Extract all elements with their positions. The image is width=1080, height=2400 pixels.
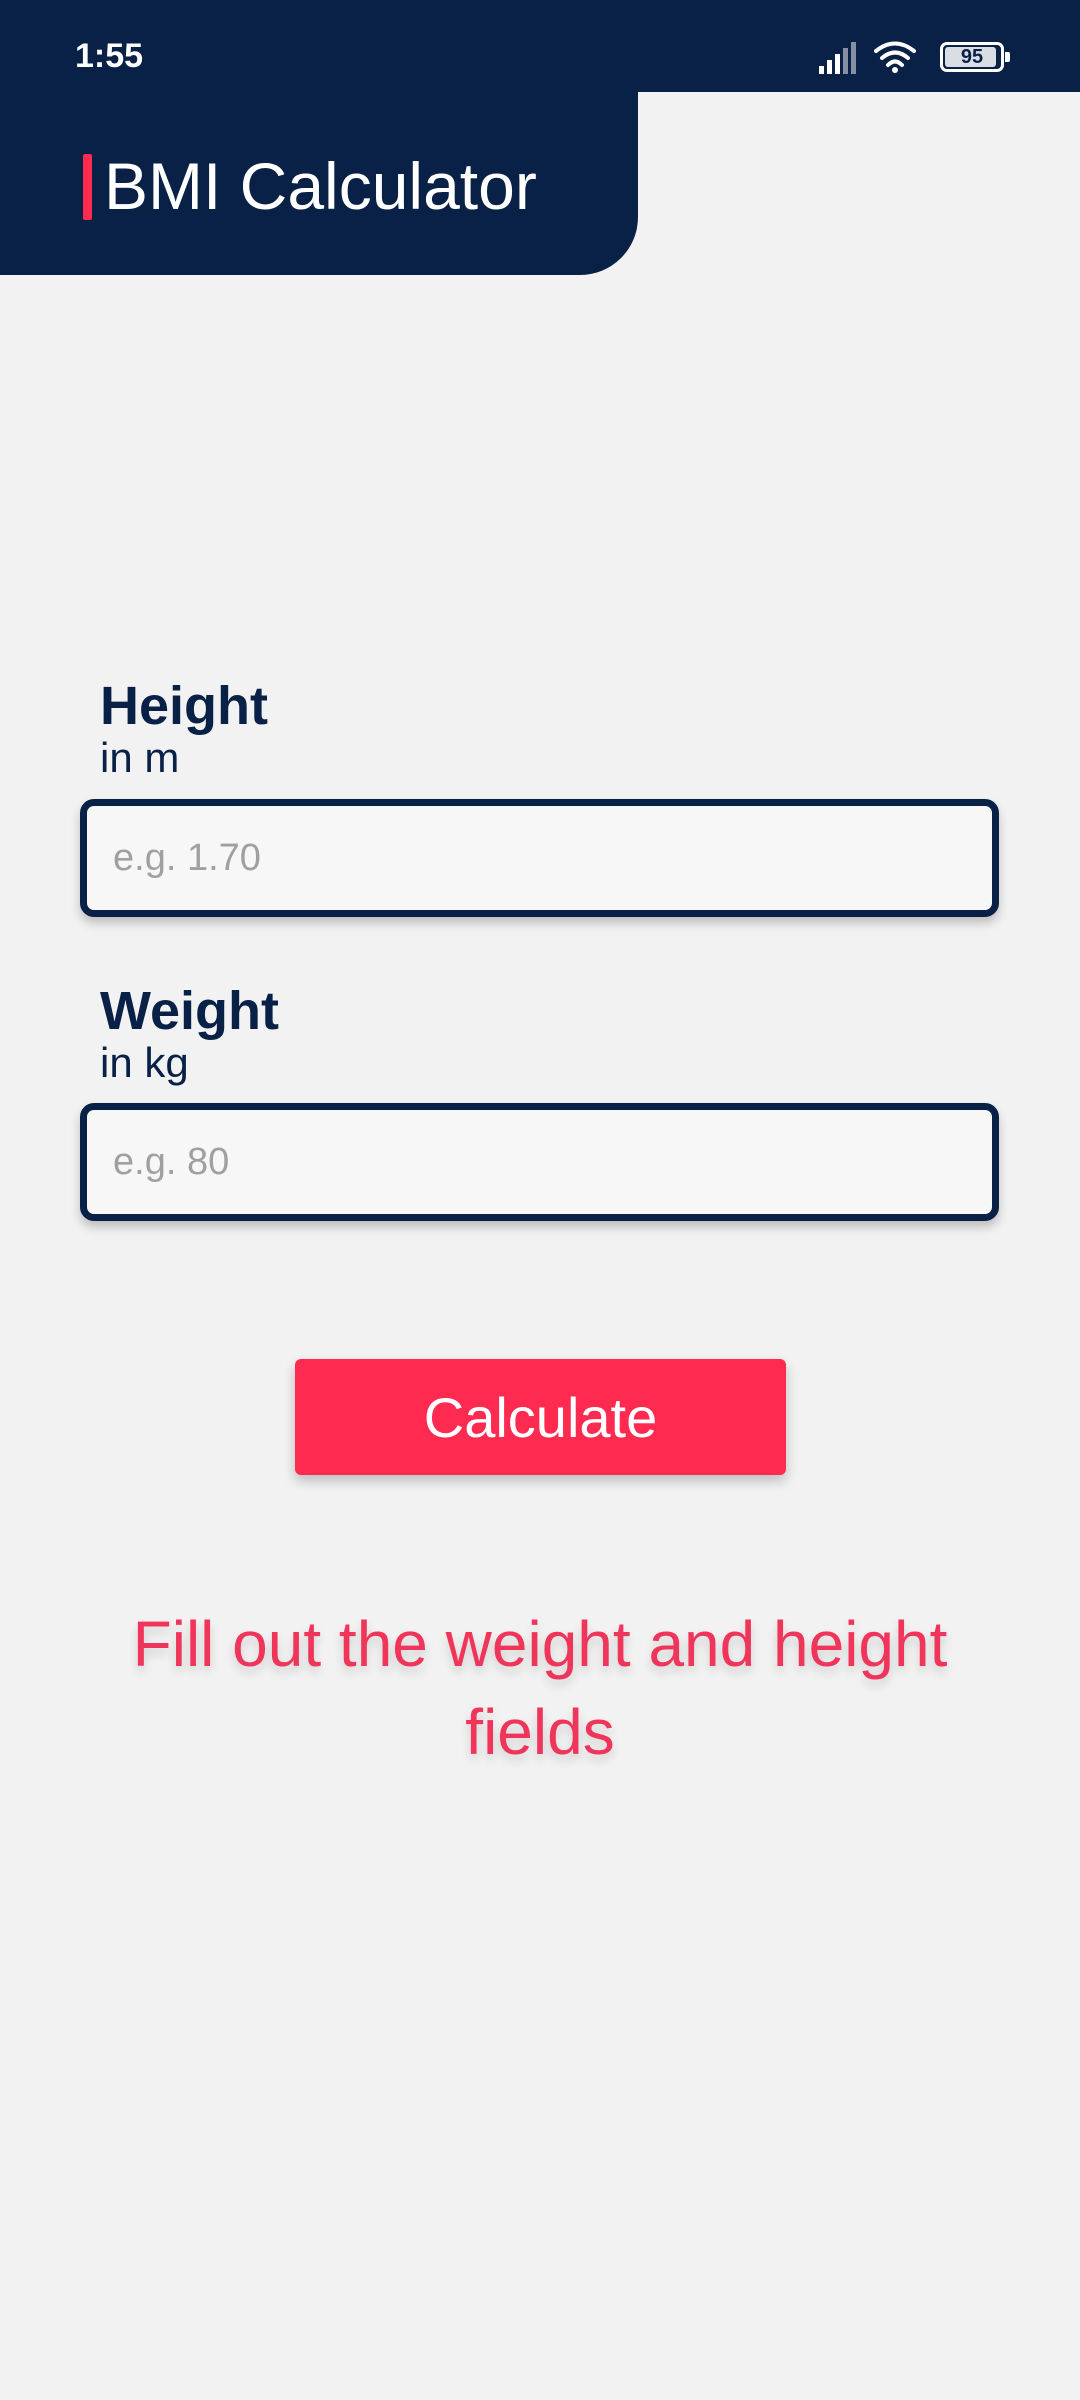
app-title: BMI Calculator [104, 149, 537, 223]
battery-icon: 95 [940, 42, 1010, 72]
height-input[interactable] [80, 799, 999, 917]
status-bar: 1:55 95 [0, 0, 1080, 92]
battery-percent: 95 [960, 46, 984, 68]
height-label: Height [100, 676, 268, 736]
weight-label: Weight [100, 981, 279, 1041]
app-header: BMI Calculator [0, 92, 638, 275]
height-unit: in m [100, 734, 180, 781]
wifi-icon [874, 41, 916, 73]
signal-icon [819, 42, 856, 74]
weight-input[interactable] [80, 1103, 999, 1221]
title-accent-bar [83, 154, 92, 220]
status-time: 1:55 [75, 37, 144, 75]
validation-message: Fill out the weight and height fields [132, 1608, 948, 1768]
calculate-button[interactable]: Calculate [295, 1359, 786, 1475]
weight-unit: in kg [100, 1039, 189, 1086]
